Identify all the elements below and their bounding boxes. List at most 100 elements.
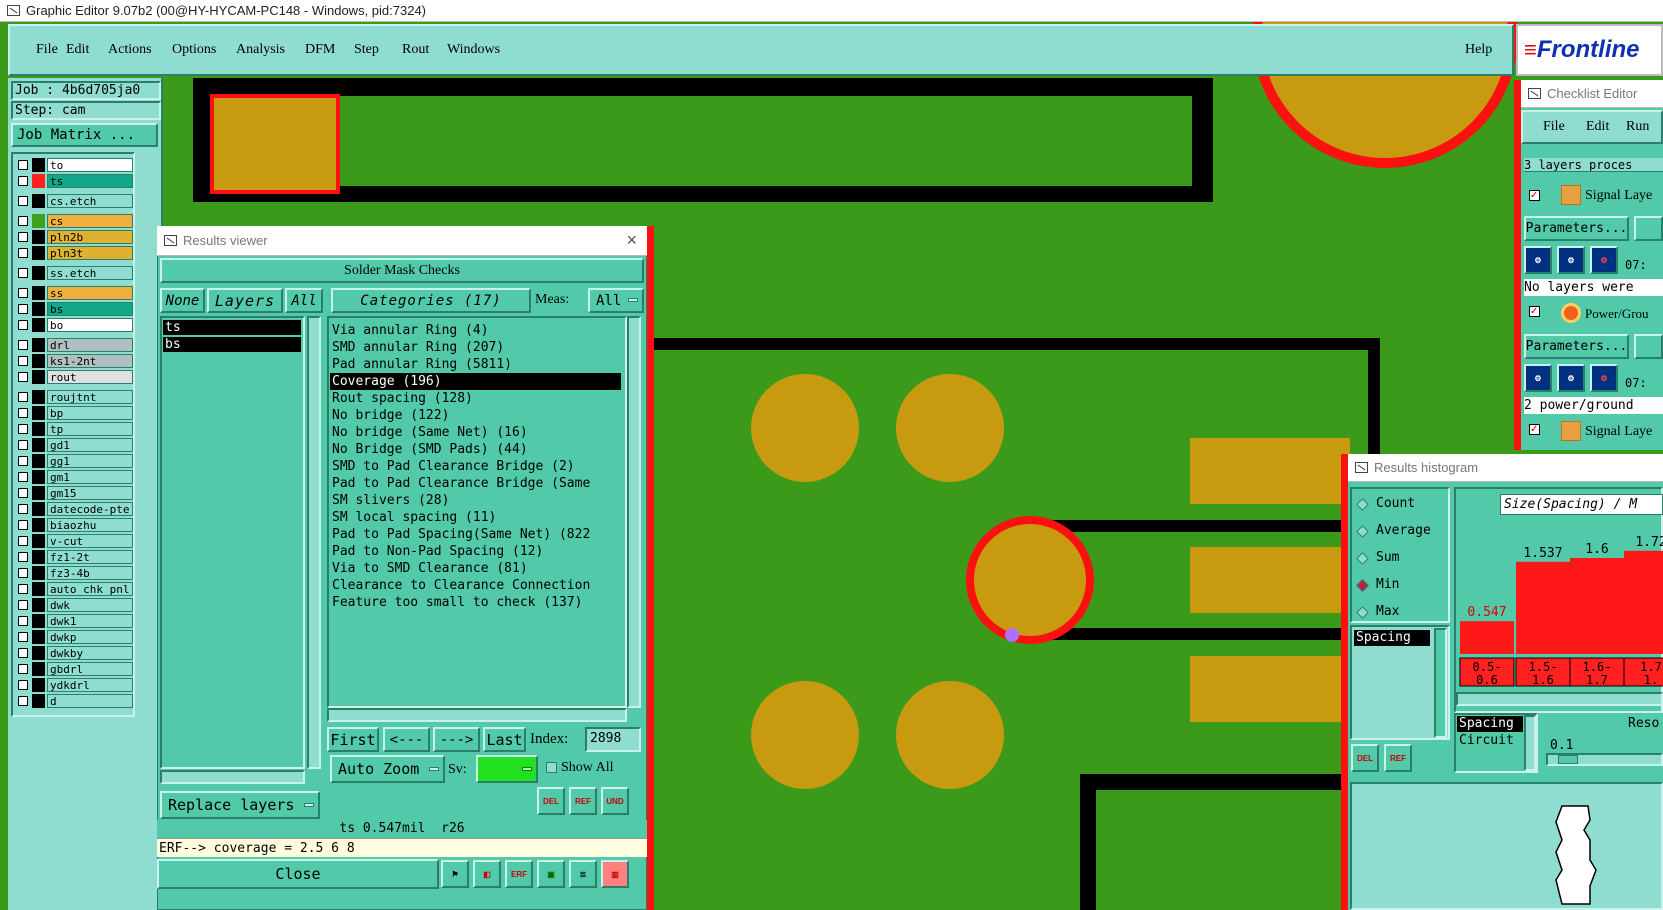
category-item[interactable]: Pad to Non-Pad Spacing (12) <box>330 543 621 560</box>
layer-name[interactable]: ss <box>47 286 133 300</box>
layer-checkbox[interactable] <box>18 600 28 610</box>
layer-name[interactable]: datecode-pte <box>47 502 133 516</box>
layer-color-swatch[interactable] <box>32 318 45 332</box>
layer-checkbox[interactable] <box>18 472 28 482</box>
refresh-icon[interactable]: REF <box>569 787 597 815</box>
layer-row[interactable]: auto_chk_pnl <box>13 582 133 596</box>
checklist-menu-run[interactable]: Run <box>1626 119 1649 135</box>
category-item[interactable]: Rout spacing (128) <box>330 390 621 407</box>
job-matrix-button[interactable]: Job Matrix ... <box>11 123 158 147</box>
next-button[interactable]: ---> <box>433 727 480 752</box>
radio-icon[interactable] <box>1356 498 1369 511</box>
categories-button[interactable]: Categories (17) <box>331 288 531 313</box>
layer-result-ts[interactable]: ts <box>163 320 301 335</box>
layer-name[interactable]: fz3-4b <box>47 566 133 580</box>
layer-name[interactable]: cs <box>47 214 133 228</box>
layer-name[interactable]: d <box>47 694 133 708</box>
layer-row[interactable]: datecode-pte <box>13 502 133 516</box>
category-item[interactable]: Coverage (196) <box>330 373 621 390</box>
show-all-checkbox[interactable] <box>546 762 557 773</box>
run-icon[interactable]: ⚙ <box>1524 246 1552 274</box>
layer-color-swatch[interactable] <box>32 406 45 420</box>
layer-row[interactable]: bs <box>13 302 133 316</box>
category-item[interactable]: SMD annular Ring (207) <box>330 339 621 356</box>
layer-checkbox[interactable] <box>18 536 28 546</box>
close-icon[interactable]: × <box>626 230 637 251</box>
layer-row[interactable]: ts <box>13 174 133 188</box>
layer-row[interactable]: fz3-4b <box>13 566 133 580</box>
layer-row[interactable]: v-cut <box>13 534 133 548</box>
category-item[interactable]: Via to SMD Clearance (81) <box>330 560 621 577</box>
layer-row[interactable]: ss <box>13 286 133 300</box>
layer-row[interactable]: ydkdrl <box>13 678 133 692</box>
param-extra-1[interactable] <box>1634 216 1663 241</box>
layer-checkbox[interactable] <box>18 648 28 658</box>
layer-checkbox[interactable] <box>18 568 28 578</box>
layer-checkbox[interactable] <box>18 320 28 330</box>
radio-icon[interactable] <box>1356 579 1369 592</box>
layer-checkbox[interactable] <box>18 424 28 434</box>
layer-name[interactable]: ydkdrl <box>47 678 133 692</box>
layer-row[interactable]: dwkby <box>13 646 133 660</box>
layer-checkbox[interactable] <box>18 664 28 674</box>
layer-name[interactable]: pln3t <box>47 246 133 260</box>
run-all-icon[interactable]: ⚙ <box>1557 364 1585 392</box>
layer-color-swatch[interactable] <box>32 230 45 244</box>
layer-checkbox[interactable] <box>18 504 28 514</box>
layer-row[interactable]: pln3t <box>13 246 133 260</box>
layer-checkbox[interactable] <box>18 616 28 626</box>
layer-checkbox[interactable] <box>18 584 28 594</box>
layer-list-vscroll[interactable] <box>307 316 321 769</box>
export-icon[interactable]: ◧ <box>473 860 501 888</box>
layer-checkbox[interactable] <box>18 552 28 562</box>
layer-row[interactable]: dwk <box>13 598 133 612</box>
last-button[interactable]: Last <box>483 727 526 752</box>
menu-dfm[interactable]: DFM <box>305 26 335 74</box>
layer-checkbox[interactable] <box>18 356 28 366</box>
layer-row[interactable]: roujtnt <box>13 390 133 404</box>
category-item[interactable]: Pad to Pad Clearance Bridge (Same <box>330 475 621 492</box>
menu-step[interactable]: Step <box>354 26 379 74</box>
layer-color-swatch[interactable] <box>32 534 45 548</box>
category-item[interactable]: No bridge (Same Net) (16) <box>330 424 621 441</box>
layer-checkbox[interactable] <box>18 408 28 418</box>
layer-row[interactable]: bp <box>13 406 133 420</box>
layer-name[interactable]: tp <box>47 422 133 436</box>
category-item[interactable]: Clearance to Clearance Connection <box>330 577 621 594</box>
category-item[interactable]: No bridge (122) <box>330 407 621 424</box>
category-item[interactable]: SM slivers (28) <box>330 492 621 509</box>
flag-icon[interactable]: ⚑ <box>441 860 469 888</box>
layer-name[interactable]: bo <box>47 318 133 332</box>
erf-icon[interactable]: ERF <box>505 860 533 888</box>
layer-checkbox[interactable] <box>18 216 28 226</box>
layer-color-swatch[interactable] <box>32 338 45 352</box>
histogram-list-vscroll[interactable] <box>1434 628 1447 738</box>
layer-checkbox[interactable] <box>18 680 28 690</box>
layer-checkbox[interactable] <box>18 392 28 402</box>
layer-name[interactable]: cs.etch <box>47 194 133 208</box>
histogram-bar[interactable] <box>1570 558 1624 654</box>
category-item[interactable]: Pad annular Ring (5811) <box>330 356 621 373</box>
layer-name[interactable]: dwk1 <box>47 614 133 628</box>
layer-color-swatch[interactable] <box>32 438 45 452</box>
layer-color-swatch[interactable] <box>32 266 45 280</box>
category-item[interactable]: SMD to Pad Clearance Bridge (2) <box>330 458 621 475</box>
parameters-button-2[interactable]: Parameters... <box>1524 334 1629 359</box>
layer-row[interactable]: pln2b <box>13 230 133 244</box>
menu-analysis[interactable]: Analysis <box>236 26 285 74</box>
category-item[interactable]: No Bridge (SMD Pads) (44) <box>330 441 621 458</box>
layer-checkbox[interactable] <box>18 440 28 450</box>
layer-name[interactable]: ks1-2nt <box>47 354 133 368</box>
layer-name[interactable]: pln2b <box>47 230 133 244</box>
notes-icon[interactable]: ≣ <box>569 860 597 888</box>
menu-edit[interactable]: Edit <box>66 26 89 74</box>
report-icon[interactable]: ▣ <box>537 860 565 888</box>
histogram-option-min[interactable]: Min <box>1356 576 1448 596</box>
layer-name[interactable]: v-cut <box>47 534 133 548</box>
layer-row[interactable]: gm15 <box>13 486 133 500</box>
layer-name[interactable]: gm15 <box>47 486 133 500</box>
layer-color-swatch[interactable] <box>32 630 45 644</box>
delete-icon[interactable]: DEL <box>1351 744 1379 772</box>
layer-name[interactable]: gd1 <box>47 438 133 452</box>
layer-color-swatch[interactable] <box>32 486 45 500</box>
